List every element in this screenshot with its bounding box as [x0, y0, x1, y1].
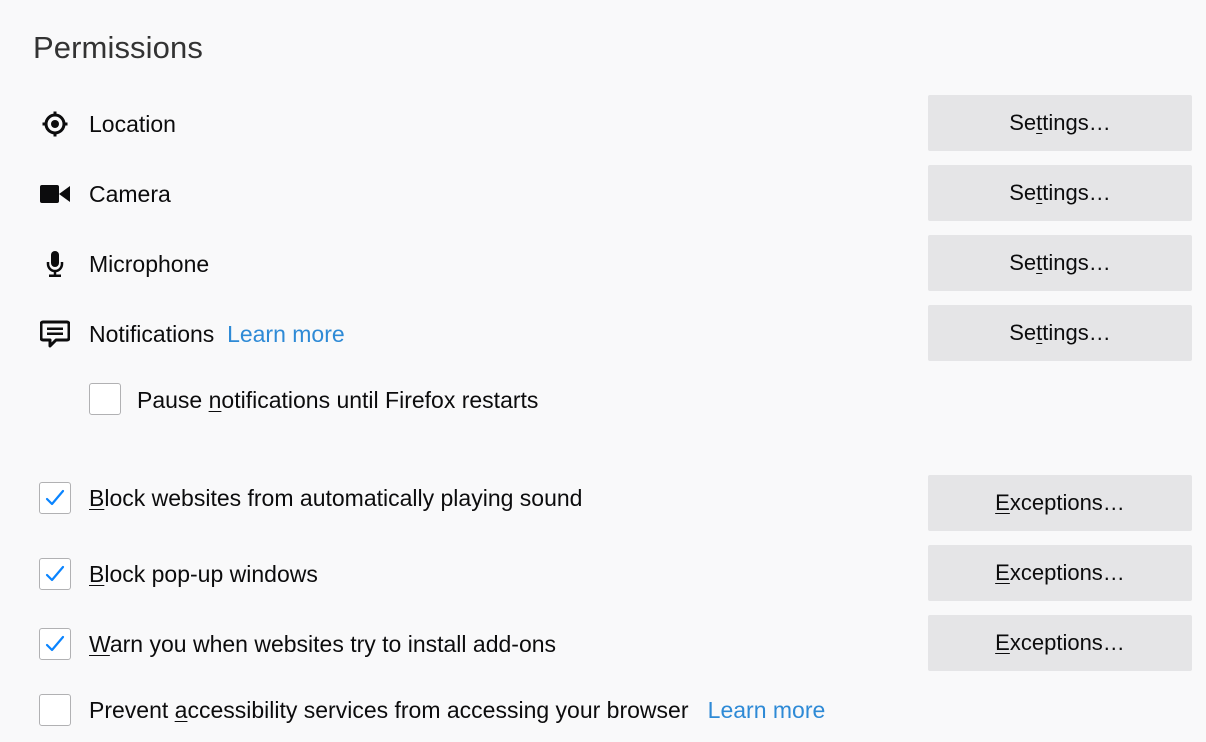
- notification-icon: [38, 320, 72, 348]
- microphone-icon: [38, 250, 72, 278]
- permission-label-location: Location: [89, 111, 176, 137]
- block-popups-checkbox[interactable]: [39, 558, 71, 590]
- permission-label-notifications: Notifications Learn more: [89, 321, 345, 348]
- location-icon: [38, 110, 72, 138]
- camera-icon: [38, 180, 72, 208]
- notifications-text: Notifications: [89, 321, 215, 347]
- camera-settings-button[interactable]: Se t tings…: [928, 165, 1192, 221]
- permission-label-camera: Camera: [89, 181, 171, 207]
- block-sound-exceptions-button[interactable]: Exceptions…: [928, 475, 1192, 531]
- checkmark-icon: [45, 489, 65, 506]
- block-sound-label[interactable]: Block websites from automatically playin…: [89, 485, 582, 512]
- notifications-learn-more-link[interactable]: Learn more: [227, 321, 345, 347]
- pause-notifications-label[interactable]: Pause notifications until Firefox restar…: [137, 387, 538, 414]
- warn-addons-exceptions-button[interactable]: Exceptions…: [928, 615, 1192, 671]
- block-popups-label[interactable]: Block pop-up windows: [89, 561, 318, 588]
- microphone-settings-button[interactable]: Se t tings…: [928, 235, 1192, 291]
- accessibility-learn-more-link[interactable]: Learn more: [708, 697, 826, 723]
- notifications-settings-button[interactable]: Se t tings…: [928, 305, 1192, 361]
- section-title: Permissions: [33, 30, 203, 65]
- checkmark-icon: [45, 565, 65, 582]
- block-popups-exceptions-button[interactable]: Exceptions…: [928, 545, 1192, 601]
- checkmark-icon: [45, 635, 65, 652]
- pause-notifications-checkbox[interactable]: [89, 383, 121, 415]
- permissions-panel: Permissions Location Settings… Camera: [0, 0, 1206, 742]
- prevent-accessibility-checkbox[interactable]: [39, 694, 71, 726]
- location-settings-button[interactable]: Se t tings…: [928, 95, 1192, 151]
- warn-addons-checkbox[interactable]: [39, 628, 71, 660]
- prevent-accessibility-label[interactable]: Prevent accessibility services from acce…: [89, 697, 825, 724]
- block-sound-checkbox[interactable]: [39, 482, 71, 514]
- permission-label-microphone: Microphone: [89, 251, 210, 277]
- warn-addons-label[interactable]: Warn you when websites try to install ad…: [89, 631, 556, 658]
